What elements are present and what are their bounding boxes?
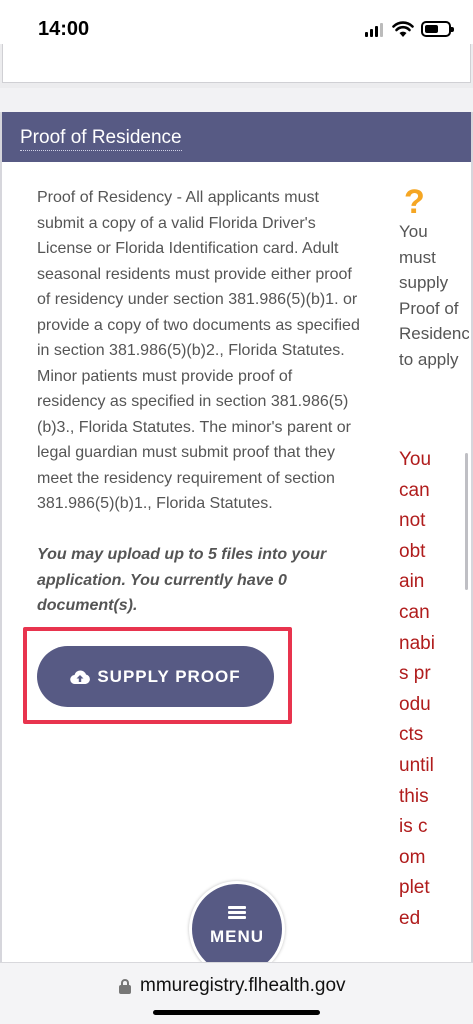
supply-proof-label: SUPPLY PROOF bbox=[97, 666, 241, 686]
help-icon: ? bbox=[404, 183, 425, 221]
url-text[interactable]: mmuregistry.flhealth.gov bbox=[140, 975, 346, 997]
residency-instructions: Proof of Residency - All applicants must… bbox=[37, 189, 360, 512]
section-title[interactable]: Proof of Residence bbox=[20, 127, 182, 151]
home-indicator[interactable] bbox=[153, 1010, 320, 1015]
status-time: 14:00 bbox=[38, 18, 90, 40]
lock-icon bbox=[119, 979, 131, 994]
cloud-upload-icon bbox=[70, 669, 91, 684]
section-header: Proof of Residence bbox=[2, 112, 471, 162]
section-gap bbox=[0, 88, 473, 112]
menu-label: MENU bbox=[209, 927, 265, 946]
hamburger-icon bbox=[228, 906, 246, 919]
cannabis-warning: You can not obtain cannabis products unt… bbox=[399, 449, 435, 929]
proof-hint: You must supply Proof of Residence to ap… bbox=[399, 222, 469, 369]
supply-proof-button[interactable]: SUPPLY PROOF bbox=[37, 646, 274, 707]
scrollbar[interactable] bbox=[465, 453, 468, 590]
battery-icon bbox=[421, 21, 454, 37]
cellular-signal-icon bbox=[365, 23, 385, 37]
previous-section-card bbox=[0, 44, 473, 88]
upload-note: You may upload up to 5 files into your a… bbox=[37, 546, 327, 614]
wifi-icon bbox=[392, 21, 414, 37]
